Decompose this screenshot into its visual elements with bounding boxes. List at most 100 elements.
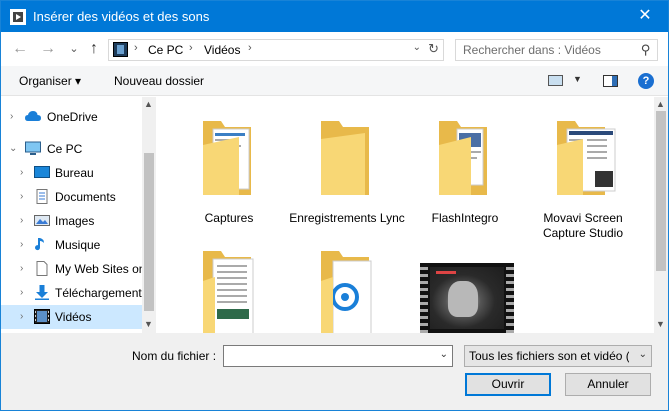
scrollbar-thumb[interactable] [144,153,154,311]
recent-locations-button[interactable]: ⌄ [65,40,83,58]
sidebar-item-musique[interactable]: › Musique [1,233,142,257]
chevron-down-icon[interactable]: ⌄ [413,42,421,53]
navigation-pane: › OneDrive ⌄ Ce PC › Bureau › Documents … [1,97,156,333]
expand-icon[interactable]: › [20,287,23,298]
forward-button[interactable]: → [39,40,57,58]
dialog-footer: Nom du fichier : ⌄ Tous les fichiers son… [1,333,668,410]
videos-icon [34,309,50,324]
scroll-down-icon[interactable]: ▼ [144,319,153,329]
view-icon[interactable] [548,75,563,86]
expand-icon[interactable]: › [20,263,23,274]
breadcrumb-separator: › [248,42,252,54]
item-label: Enregistrements Lync [289,211,405,225]
folder-icon [557,121,616,195]
videos-icon [113,42,128,57]
folder-item[interactable] [169,237,289,333]
sidebar-item-label: Ce PC [47,142,83,156]
chevron-down-icon[interactable]: ⌄ [639,349,647,360]
filename-combobox[interactable]: ⌄ [223,345,453,367]
file-type-select[interactable]: Tous les fichiers son et vidéo (*. ⌄ [464,345,652,367]
sidebar-item-label: Vidéos [55,310,92,324]
filename-label: Nom du fichier : [132,349,217,363]
folder-item-movavi-screen-capture-studio[interactable]: Movavi Screen Capture Studio [523,105,643,240]
breadcrumb-ce-pc[interactable]: Ce PC [148,43,183,57]
cloud-icon [25,111,41,121]
sidebar-item-documents[interactable]: › Documents [1,185,142,209]
scrollbar-thumb[interactable] [656,111,666,271]
sidebar-item-label: Images [55,214,95,228]
film-strip [506,263,514,333]
file-list: Captures Enregistrements Lync FlashInteg… [157,97,654,333]
help-icon[interactable]: ? [638,73,654,89]
music-icon [35,238,44,251]
search-input[interactable] [463,42,633,58]
sidebar-item-label: Musique [55,238,101,252]
search-box[interactable]: ⚲ [455,39,658,61]
sidebar-item-label: OneDrive [47,110,98,124]
expand-icon[interactable]: › [20,311,23,322]
folder-item-captures[interactable]: Captures [169,105,289,225]
close-button[interactable]: ✕ [622,1,668,32]
scroll-up-icon[interactable]: ▲ [144,99,153,109]
sidebar-item-ce-pc[interactable]: ⌄ Ce PC [1,137,142,161]
title-bar[interactable]: Insérer des vidéos et des sons ✕ [1,1,668,32]
breadcrumb-videos[interactable]: Vidéos [204,43,240,57]
scroll-down-icon[interactable]: ▼ [656,319,665,329]
sidebar-item-telechargement[interactable]: › Téléchargement [1,281,142,305]
folder-item-flashintegro[interactable]: FlashIntegro [405,105,525,225]
video-thumbnail [430,267,504,329]
sidebar-item-videos[interactable]: › Vidéos [1,305,142,329]
sidebar-item-label: Bureau [55,166,94,180]
sidebar-item-onedrive[interactable]: › OneDrive [1,105,142,129]
folder-icon [321,121,369,195]
sidebar-item-label: Documents [55,190,116,204]
expand-icon[interactable]: › [10,111,13,122]
folder-icon [321,251,372,333]
up-button[interactable]: ↑ [85,40,103,58]
breadcrumb-separator: › [134,42,138,54]
insert-media-dialog: Insérer des vidéos et des sons ✕ ← → ⌄ ↑… [0,0,669,411]
sidebar-item-label: My Web Sites on [55,262,146,276]
breadcrumb-separator: › [189,42,193,54]
preview-pane-icon[interactable] [603,75,618,87]
scroll-up-icon[interactable]: ▲ [656,99,665,109]
folder-item-enregistrements-lync[interactable]: Enregistrements Lync [287,105,407,225]
file-type-value: Tous les fichiers son et vidéo (*. [469,349,629,363]
expand-icon[interactable]: › [20,215,23,226]
item-label: Captures [204,211,254,225]
folder-item[interactable] [287,237,407,333]
new-folder-button[interactable]: Nouveau dossier [114,74,204,88]
navigation-bar: ← → ⌄ ↑ › Ce PC › Vidéos › ⌄ ↻ ⚲ [1,32,668,66]
video-item[interactable] [420,263,514,333]
refresh-icon[interactable]: ↻ [428,41,439,57]
film-strip [420,263,428,333]
window-title: Insérer des vidéos et des sons [33,9,210,24]
sidebar-item-images[interactable]: › Images [1,209,142,233]
file-icon [36,261,48,276]
images-icon [34,215,50,226]
cancel-button[interactable]: Annuler [565,373,651,396]
expand-icon[interactable]: › [20,167,23,178]
back-button[interactable]: ← [11,40,29,58]
open-button[interactable]: Ouvrir [465,373,551,396]
chevron-down-icon[interactable]: ⌄ [440,349,448,360]
navigation-pane-scrollbar[interactable]: ▲ ▼ [142,97,156,333]
sidebar-item-bureau[interactable]: › Bureau [1,161,142,185]
address-bar[interactable]: › Ce PC › Vidéos › ⌄ ↻ [108,39,444,61]
command-bar: Organiser ▾ Nouveau dossier ▼ ? [1,66,668,96]
view-dropdown-icon[interactable]: ▼ [573,74,582,84]
folder-icon [439,121,487,195]
collapse-icon[interactable]: ⌄ [9,143,17,154]
desktop-icon [34,166,50,178]
item-label: FlashIntegro [431,211,499,225]
documents-icon [36,189,48,204]
filename-field[interactable] [227,348,427,364]
sidebar-item-my-web-sites[interactable]: › My Web Sites on [1,257,146,281]
file-list-scrollbar[interactable]: ▲ ▼ [654,97,668,333]
organize-button[interactable]: Organiser ▾ [19,74,81,88]
item-label: Movavi Screen Capture Studio [542,211,624,240]
search-icon[interactable]: ⚲ [641,42,651,58]
download-icon [35,285,49,300]
expand-icon[interactable]: › [20,239,23,250]
expand-icon[interactable]: › [20,191,23,202]
